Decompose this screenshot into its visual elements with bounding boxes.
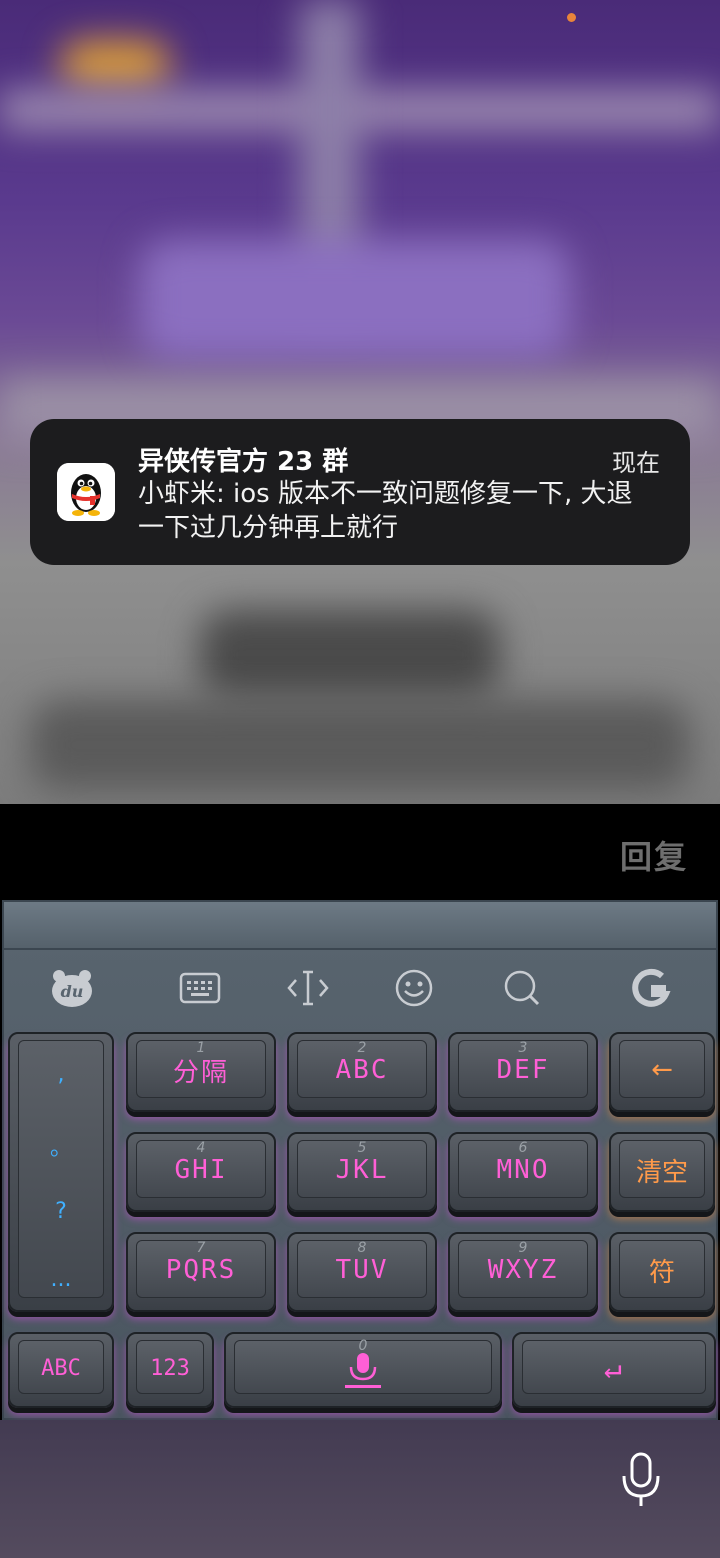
key-9-wxyz[interactable]: 9 WXYZ <box>448 1232 598 1312</box>
g-logo-icon[interactable] <box>628 964 676 1012</box>
microphone-icon <box>345 1349 381 1393</box>
key-2-abc[interactable]: 2 ABC <box>287 1032 437 1112</box>
punctuation-column[interactable]: , 。 ? ... <box>8 1032 114 1312</box>
punctuation-period[interactable]: 。 <box>10 1130 112 1162</box>
emoji-icon[interactable] <box>390 964 438 1012</box>
blurred-background <box>0 0 720 804</box>
keyboard-icon[interactable] <box>176 964 224 1012</box>
microphone-icon[interactable] <box>620 1452 662 1512</box>
abc-switch-key[interactable]: ABC <box>8 1332 114 1408</box>
key-7-pqrs[interactable]: 7 PQRS <box>126 1232 276 1312</box>
space-voice-key[interactable]: 0 <box>224 1332 502 1408</box>
search-icon[interactable] <box>498 964 546 1012</box>
punctuation-question[interactable]: ? <box>10 1199 112 1224</box>
reply-bar: 回复 <box>0 804 720 900</box>
du-logo-icon[interactable]: du <box>48 964 96 1012</box>
notification-time: 现在 <box>612 449 660 477</box>
cursor-move-icon[interactable] <box>284 964 332 1012</box>
bottom-bar <box>0 1420 720 1558</box>
reply-button[interactable]: 回复 <box>620 832 688 878</box>
indicator-dot <box>567 13 576 22</box>
notification-message: 小虾米: ios 版本不一致问题修复一下, 大退一下过几分钟再上就行 <box>138 479 633 543</box>
key-1-separator[interactable]: 1 分隔 <box>126 1032 276 1112</box>
key-3-def[interactable]: 3 DEF <box>448 1032 598 1112</box>
notification-banner[interactable]: 异侠传官方 23 群 现在 小虾米: ios 版本不一致问题修复一下, 大退一下… <box>30 419 690 565</box>
punctuation-comma[interactable]: , <box>10 1062 112 1087</box>
keyboard-toolbar: du <box>4 950 716 1028</box>
num-switch-key[interactable]: 123 <box>126 1332 214 1408</box>
key-6-mno[interactable]: 6 MNO <box>448 1132 598 1212</box>
symbols-key[interactable]: 符 <box>609 1232 715 1312</box>
keyboard-top-strip <box>4 902 716 950</box>
keyboard: du , 。 ? ... 1 分隔 2 ABC 3 DEF ← 4 GHI 5 … <box>2 900 718 1420</box>
notification-title: 异侠传官方 23 群 <box>138 447 349 477</box>
key-5-jkl[interactable]: 5 JKL <box>287 1132 437 1212</box>
punctuation-ellipsis[interactable]: ... <box>10 1267 112 1292</box>
enter-key[interactable]: ↵ <box>512 1332 716 1408</box>
qq-penguin-icon <box>57 463 115 521</box>
clear-key[interactable]: 清空 <box>609 1132 715 1212</box>
svg-text:du: du <box>61 982 84 1001</box>
key-4-ghi[interactable]: 4 GHI <box>126 1132 276 1212</box>
key-8-tuv[interactable]: 8 TUV <box>287 1232 437 1312</box>
backspace-key[interactable]: ← <box>609 1032 715 1112</box>
